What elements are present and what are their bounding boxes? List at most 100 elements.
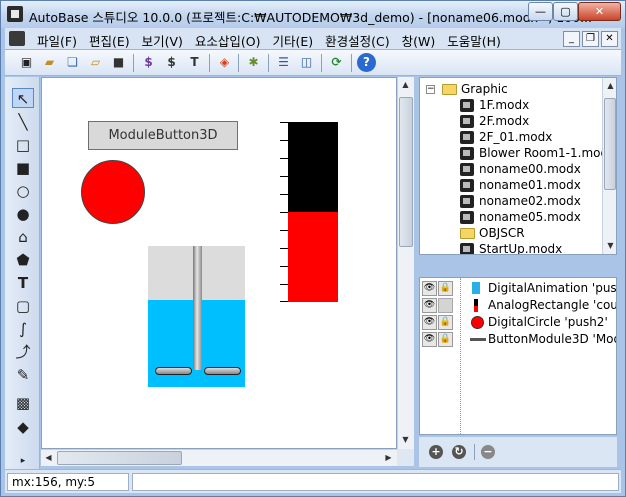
menu-etc[interactable]: 기타(E) — [267, 31, 320, 50]
modx-file-icon — [460, 243, 474, 254]
menu-bar: 파일(F) 편집(E) 보기(V) 요소삽입(O) 기타(E) 환경설정(C) … — [5, 28, 621, 50]
folder-icon — [442, 84, 457, 95]
help-icon[interactable]: ? — [357, 53, 376, 72]
line-tool-icon[interactable]: ╲ — [12, 112, 34, 132]
modx-file-icon — [460, 163, 474, 176]
mdi-restore-button[interactable]: ❐ — [582, 31, 599, 47]
remove-layer-icon[interactable]: − — [481, 445, 495, 459]
filled-polygon-tool-icon[interactable]: ⬟ — [12, 250, 34, 270]
mouse-coordinates: mx:156, my:5 — [7, 473, 129, 491]
lock-icon[interactable]: 🔒 — [438, 332, 453, 347]
menu-window[interactable]: 창(W) — [396, 31, 442, 50]
project-tree: − Graphic 1F.modx 2F.modx 2F_01.modx Blo… — [419, 77, 617, 255]
scroll-right-arrow-icon[interactable]: ▶ — [381, 450, 396, 465]
rectangle-tool-icon[interactable]: □ — [12, 135, 34, 155]
modx-file-icon — [460, 131, 474, 144]
pointer-tool-icon[interactable]: ↖ — [12, 88, 34, 108]
menu-insert[interactable]: 요소삽입(O) — [189, 31, 267, 50]
canvas-horizontal-scrollbar[interactable]: ◀ ▶ — [41, 449, 397, 466]
eyedropper-tool-icon[interactable]: ✎ — [12, 365, 34, 385]
module-button-3d[interactable]: ModuleButton3D — [88, 121, 238, 150]
tank-animation[interactable] — [148, 246, 245, 387]
polygon-tool-icon[interactable]: ⌂ — [12, 227, 34, 247]
layer-row[interactable]: 👁 🔒 ButtonModule3D 'Modu — [420, 331, 616, 348]
menu-settings[interactable]: 환경설정(C) — [319, 31, 395, 50]
menu-help[interactable]: 도움말(H) — [441, 31, 507, 50]
unlock-cell[interactable] — [438, 298, 453, 313]
vertical-scroll-thumb[interactable] — [399, 97, 413, 247]
copy-icon[interactable]: ❏ — [63, 53, 82, 72]
horizontal-scroll-thumb[interactable] — [57, 451, 182, 465]
palette-scroll-icon[interactable]: ▸ — [12, 451, 34, 471]
analog-rectangle-gauge[interactable] — [280, 122, 338, 302]
open-folder-icon[interactable]: ▰ — [40, 53, 59, 72]
add-layer-icon[interactable]: + — [429, 445, 443, 459]
folder-icon — [460, 228, 475, 239]
tree-vertical-scrollbar[interactable]: ▲ ▼ — [602, 78, 616, 254]
status-message — [132, 473, 619, 491]
curve-tool-icon[interactable]: ∫ — [12, 319, 34, 339]
menu-file[interactable]: 파일(F) — [31, 31, 83, 50]
eye-icon[interactable]: 👁 — [422, 332, 437, 347]
lock-icon[interactable]: 🔒 — [438, 315, 453, 330]
collapse-icon[interactable]: − — [426, 85, 435, 94]
modx-file-icon — [460, 195, 474, 208]
scroll-up-arrow-icon[interactable]: ▲ — [398, 77, 413, 92]
refresh-icon[interactable]: ⟳ — [327, 53, 346, 72]
mixer-blade-right — [204, 367, 241, 375]
analog-rect-icon — [474, 299, 478, 312]
eye-icon[interactable]: 👁 — [422, 315, 437, 330]
mdi-minimize-button[interactable]: _ — [563, 31, 580, 47]
menu-edit[interactable]: 편집(E) — [83, 31, 136, 50]
mdi-close-button[interactable]: ✕ — [601, 31, 618, 47]
3d-box-tool-icon[interactable]: ▩ — [12, 393, 34, 413]
text-tool-icon[interactable]: T — [12, 273, 34, 293]
lock-icon[interactable]: 🔒 — [438, 281, 453, 296]
app-window: AutoBase 스튜디오 10.0.0 (프로젝트:C:₩AUTODEMO₩3… — [0, 0, 626, 497]
arc-tool-icon[interactable]: ⤴ — [12, 342, 34, 362]
refresh-layer-icon[interactable]: ↻ — [452, 445, 466, 459]
tool-palette: ↖ ╲ □ ■ ○ ● ⌂ ⬟ T ▢ ∫ ⤴ ✎ ▩ ◆ ▸ — [5, 77, 40, 470]
text-format-icon[interactable]: T — [185, 53, 204, 72]
eye-icon[interactable]: 👁 — [422, 281, 437, 296]
maximize-button[interactable]: ▢ — [553, 2, 578, 21]
eye-icon[interactable]: 👁 — [422, 298, 437, 313]
layer-row[interactable]: 👁 AnalogRectangle 'cour — [420, 297, 616, 314]
script-icon[interactable]: $ — [139, 53, 158, 72]
minimize-button[interactable]: — — [528, 2, 553, 21]
gauge-level — [288, 212, 338, 302]
digital-circle[interactable] — [81, 160, 145, 224]
animation-object-icon — [472, 282, 480, 294]
scroll-down-arrow-icon[interactable]: ▼ — [603, 238, 616, 253]
filled-rectangle-tool-icon[interactable]: ■ — [12, 158, 34, 178]
split-horizontal-icon[interactable]: ☰ — [274, 53, 293, 72]
layer-row[interactable]: 👁 🔒 DigitalAnimation 'push — [420, 280, 616, 297]
new-screen-icon[interactable]: ▣ — [17, 53, 36, 72]
modx-file-icon — [460, 179, 474, 192]
scroll-up-arrow-icon[interactable]: ▲ — [603, 78, 616, 93]
drawing-canvas[interactable]: ModuleButton3D — [41, 77, 397, 449]
modx-file-icon — [460, 115, 474, 128]
menu-view[interactable]: 보기(V) — [136, 31, 189, 50]
open-icon[interactable]: ▱ — [86, 53, 105, 72]
clear-icon[interactable]: ◈ — [215, 53, 234, 72]
settings-icon[interactable]: ✱ — [244, 53, 263, 72]
scroll-left-arrow-icon[interactable]: ◀ — [41, 450, 56, 465]
save-icon[interactable]: ■ — [109, 53, 128, 72]
layer-tool-icon[interactable]: ◆ — [12, 417, 34, 437]
document-icon[interactable] — [9, 31, 25, 46]
split-vertical-icon[interactable]: ◫ — [297, 53, 316, 72]
scroll-down-arrow-icon[interactable]: ▼ — [398, 432, 413, 447]
filled-ellipse-tool-icon[interactable]: ● — [12, 204, 34, 224]
title-bar: AutoBase 스튜디오 10.0.0 (프로젝트:C:₩AUTODEMO₩3… — [1, 1, 625, 28]
button-object-icon — [470, 338, 486, 341]
ellipse-tool-icon[interactable]: ○ — [12, 181, 34, 201]
rounded-rect-tool-icon[interactable]: ▢ — [12, 296, 34, 316]
canvas-vertical-scrollbar[interactable]: ▲ ▼ — [397, 77, 414, 449]
close-button[interactable]: ✕ — [578, 2, 621, 21]
variable-icon[interactable]: $ — [162, 53, 181, 72]
modx-file-icon — [460, 99, 474, 112]
layer-row[interactable]: 👁 🔒 DigitalCircle 'push2' — [420, 314, 616, 331]
window-title: AutoBase 스튜디오 10.0.0 (프로젝트:C:₩AUTODEMO₩3… — [29, 10, 593, 25]
tree-scroll-thumb[interactable] — [604, 98, 616, 190]
